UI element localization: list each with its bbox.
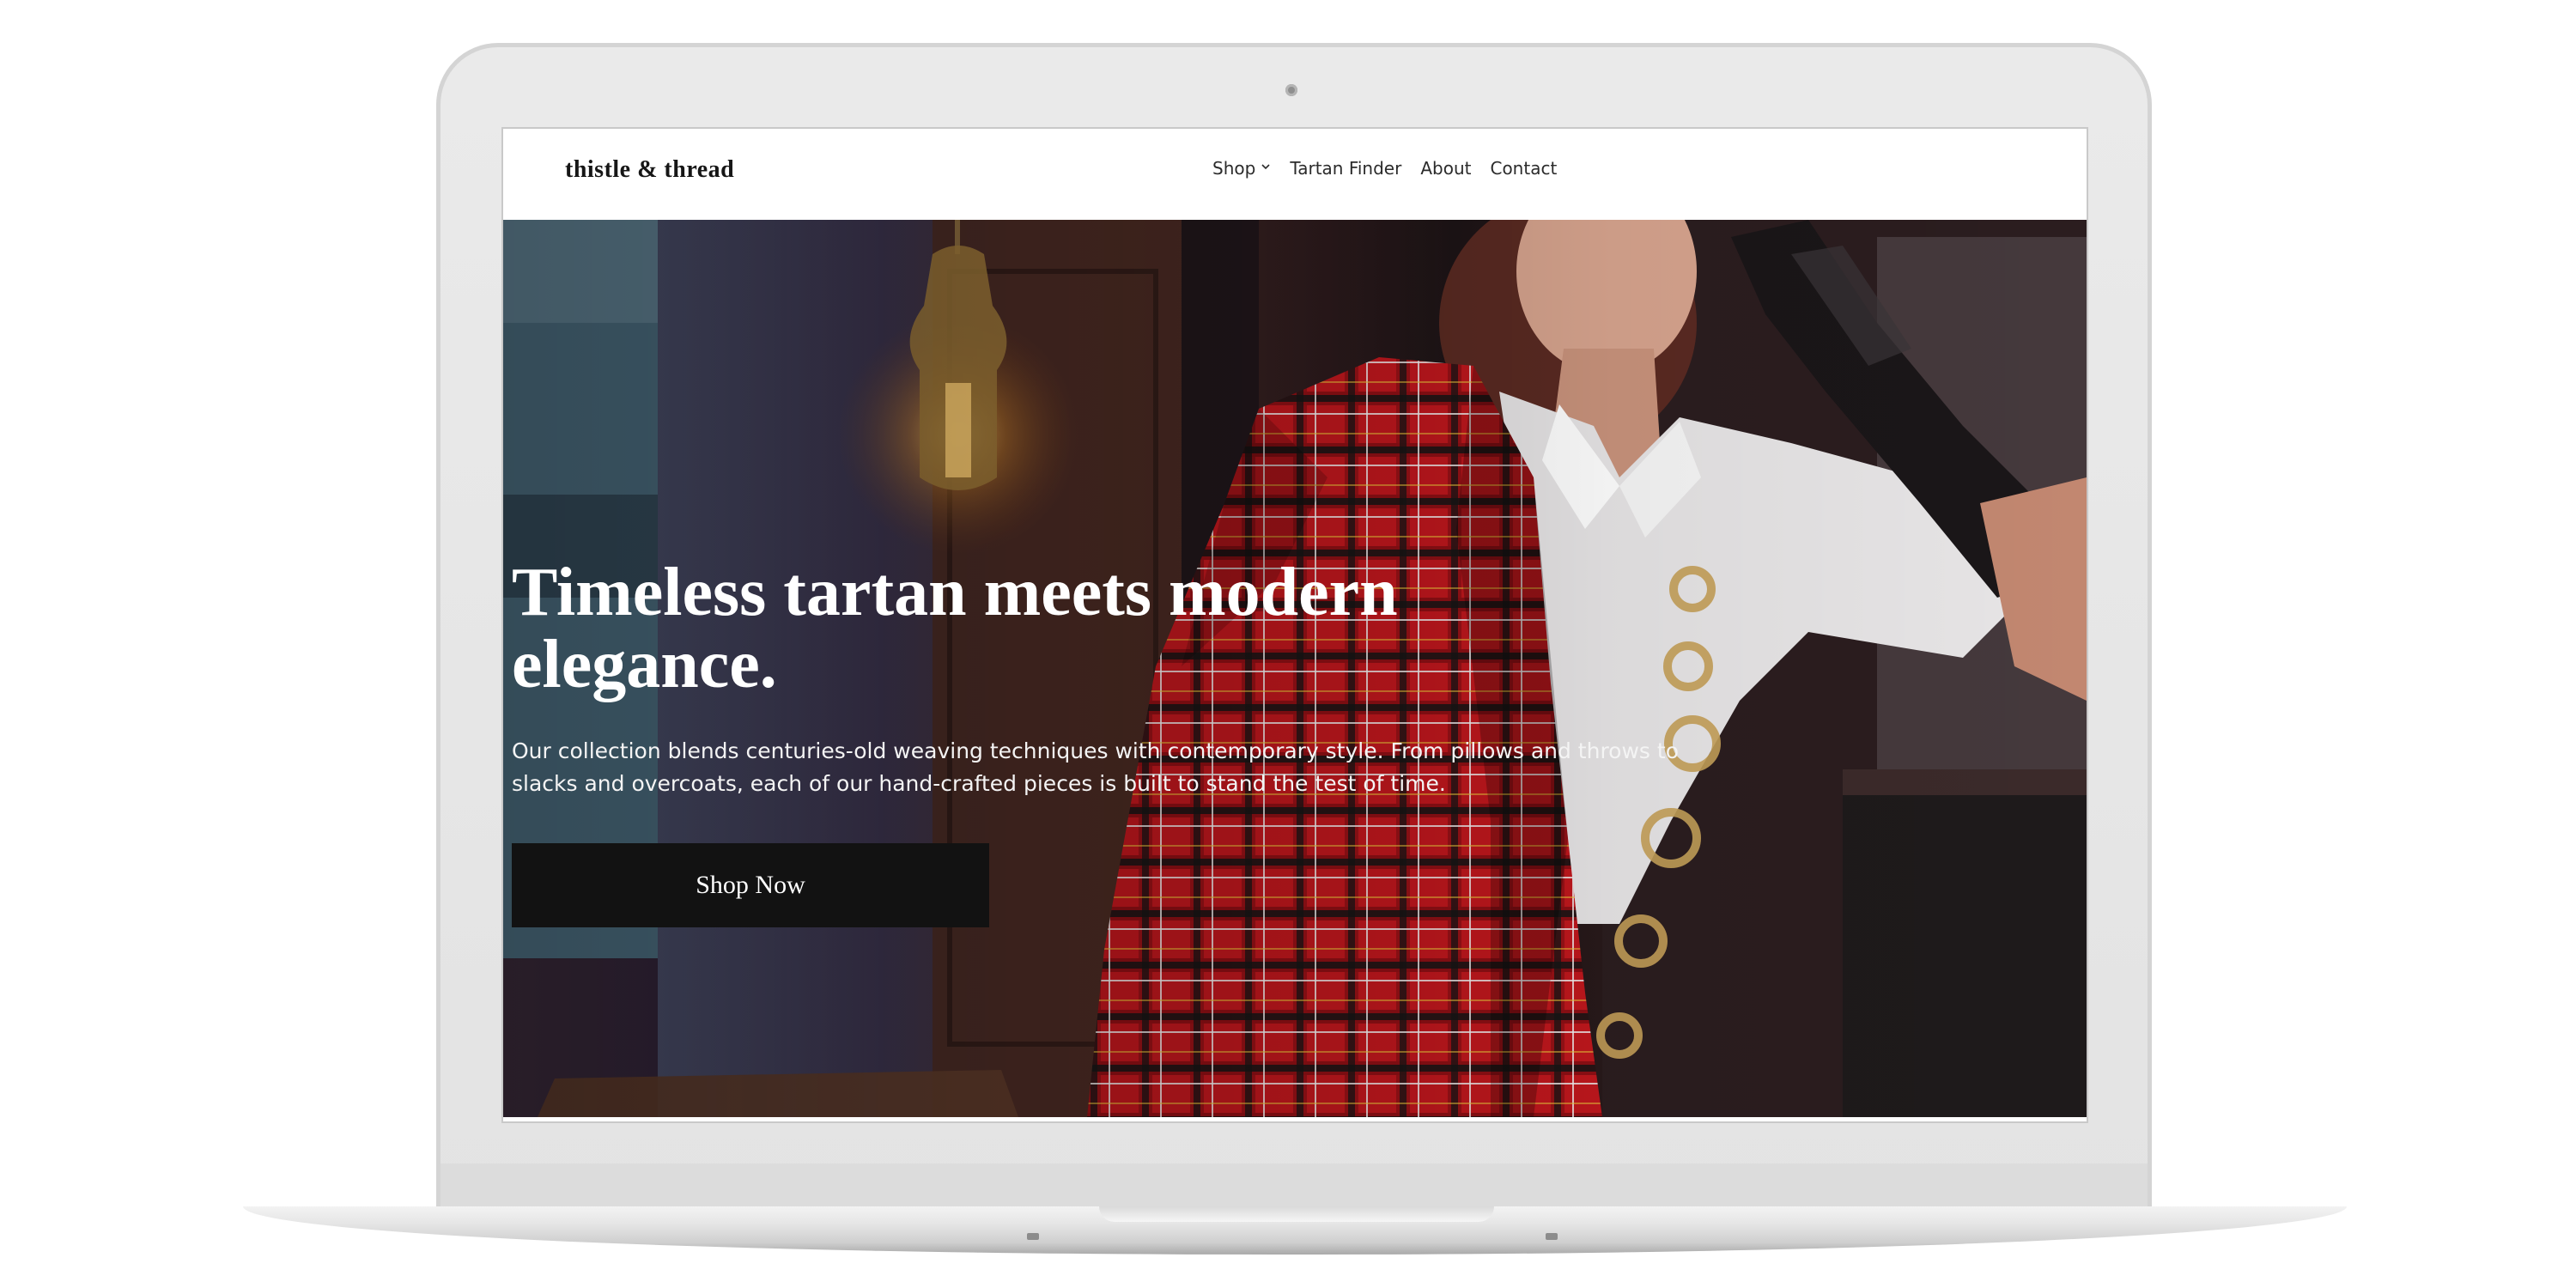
screen-bottom-edge <box>503 1117 2087 1121</box>
site-logo[interactable]: thistle & thread <box>565 156 734 184</box>
nav-item-shop[interactable]: Shop <box>1212 158 1271 179</box>
laptop-foot-left <box>1027 1233 1039 1240</box>
nav-item-about[interactable]: About <box>1420 158 1471 179</box>
hero-section: Timeless tartan meets modern elegance. O… <box>503 220 2087 1117</box>
laptop-foot-right <box>1546 1233 1558 1240</box>
chevron-down-icon <box>1261 164 1270 170</box>
laptop-bezel-bottom <box>440 1163 2148 1208</box>
hero-content: Timeless tartan meets modern elegance. O… <box>512 556 1731 927</box>
main-nav: Shop Tartan Finder About Contact <box>1212 158 1557 179</box>
nav-shop-label: Shop <box>1212 158 1256 179</box>
camera-icon <box>1285 84 1297 96</box>
nav-item-tartan-finder[interactable]: Tartan Finder <box>1290 158 1401 179</box>
site-header: thistle & thread Shop Tartan Finder Abou… <box>503 129 2087 220</box>
laptop-hinge <box>1099 1206 1494 1222</box>
shop-now-button[interactable]: Shop Now <box>512 843 989 927</box>
laptop-screen: thistle & thread Shop Tartan Finder Abou… <box>501 127 2088 1123</box>
nav-item-contact[interactable]: Contact <box>1490 158 1557 179</box>
hero-description: Our collection blends centuries-old weav… <box>512 738 1679 796</box>
hero-title: Timeless tartan meets modern elegance. <box>512 555 1398 702</box>
